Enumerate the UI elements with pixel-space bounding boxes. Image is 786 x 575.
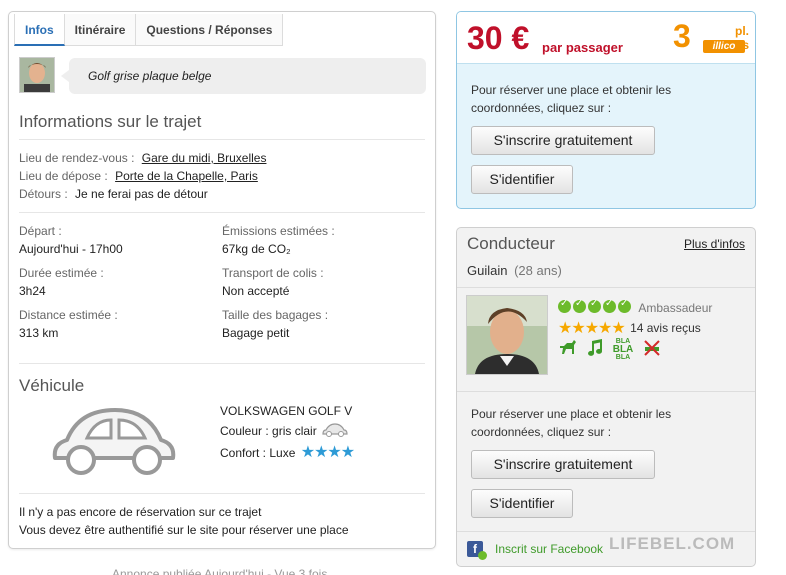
illico-badge: illico <box>703 40 745 53</box>
driver-name-row: Guilain (28 ans) <box>467 263 562 278</box>
level-check-icon <box>603 298 616 313</box>
emissions-value: 67kg de CO₂ <box>222 242 291 256</box>
price-box: 30 € par passager 3 pl. libres illico Po… <box>456 11 756 209</box>
reservation-note-line1: Il n'y a pas encore de réservation sur c… <box>19 505 262 519</box>
dropoff-link[interactable]: Porte de la Chapelle, Paris <box>115 169 258 183</box>
trip-details-panel: Infos Itinéraire Questions / Réponses Go… <box>8 11 436 549</box>
music-icon <box>586 338 604 362</box>
parcels-value: Non accepté <box>222 284 290 298</box>
luggage-value: Bagage petit <box>222 326 290 340</box>
driver-name: Guilain <box>467 263 508 278</box>
trip-info-title: Informations sur le trajet <box>19 112 202 131</box>
rating-row: ★★★★★ 14 avis reçus <box>558 318 701 338</box>
dropoff-label: Lieu de dépose : <box>19 169 108 183</box>
divider <box>19 212 425 213</box>
detour-row: Détours : Je ne ferai pas de détour <box>19 187 208 201</box>
register-button[interactable]: S'inscrire gratuitement <box>471 126 655 155</box>
ambassador-row: Ambassadeur <box>558 298 713 316</box>
no-smoking-icon <box>642 338 662 362</box>
meeting-point-label: Lieu de rendez-vous : <box>19 151 135 165</box>
level-check-icon <box>573 298 586 313</box>
price-amount: 30 € <box>467 20 530 56</box>
emissions-label: Émissions estimées : <box>222 224 335 238</box>
rating-star-icon: ★ <box>558 320 572 337</box>
vehicle-comfort-row: Confort : Luxe ★★★★ <box>220 442 355 462</box>
tab-questions-reponses[interactable]: Questions / Réponses <box>136 14 284 46</box>
vehicle-color-row: Couleur : gris clair <box>220 423 348 440</box>
comfort-star-icon: ★ <box>314 444 328 461</box>
driver-heading: Conducteur <box>467 234 555 253</box>
price-header: 30 € par passager 3 pl. libres illico <box>457 12 755 64</box>
duration-value: 3h24 <box>19 284 46 298</box>
tab-bar: Infos Itinéraire Questions / Réponses <box>14 14 284 46</box>
driver-level: Ambassadeur <box>638 301 713 315</box>
reservation-note-line2: Vous devez être authentifié sur le site … <box>19 523 349 537</box>
driver-box-info-text: Pour réserver une place et obtenir les c… <box>471 407 672 439</box>
small-car-icon <box>322 423 348 440</box>
rating-star-icon: ★ <box>571 320 585 337</box>
price-per-passenger: par passager <box>542 40 623 55</box>
seats-available-count: 3 <box>673 18 691 54</box>
driver-comment-bubble: Golf grise plaque belge <box>61 58 426 94</box>
vehicle-title: Véhicule <box>19 376 85 395</box>
car-icon <box>49 400 179 483</box>
dog-icon <box>558 338 578 362</box>
login-button[interactable]: S'identifier <box>471 165 573 194</box>
facebook-icon: f <box>467 541 487 560</box>
level-dots <box>558 298 633 316</box>
chat-bla-icon: BLA BLA BLA <box>612 338 634 361</box>
ad-published-footer: Annonce publiée Aujourd'hui - Vue 3 fois <box>112 567 328 575</box>
rating-star-icon: ★ <box>611 320 625 337</box>
facebook-row: f Inscrit sur Facebook <box>467 541 604 560</box>
watermark: LIFEBEL.COM <box>609 534 736 553</box>
driver-login-button[interactable]: S'identifier <box>471 489 573 518</box>
rating-stars: ★★★★★ <box>558 320 626 337</box>
tab-infos[interactable]: Infos <box>14 14 65 46</box>
level-check-icon <box>558 298 571 313</box>
distance-value: 313 km <box>19 326 59 340</box>
divider <box>457 531 755 532</box>
detour-value: Je ne ferai pas de détour <box>75 187 208 201</box>
meeting-point-row: Lieu de rendez-vous : Gare du midi, Brux… <box>19 151 266 165</box>
driver-age: (28 ans) <box>514 263 562 278</box>
preferences-row: BLA BLA BLA <box>558 338 662 362</box>
divider <box>19 493 425 494</box>
vehicle-model: VOLKSWAGEN GOLF V <box>220 404 353 418</box>
level-check-icon <box>618 298 631 313</box>
tab-itineraire[interactable]: Itinéraire <box>64 14 137 46</box>
departure-label: Départ : <box>19 224 62 238</box>
driver-photo <box>466 295 548 375</box>
comfort-star-icon: ★ <box>340 444 355 461</box>
divider <box>19 139 425 140</box>
level-check-icon <box>588 298 601 313</box>
comfort-star-icon: ★ <box>300 444 315 461</box>
meeting-point-link[interactable]: Gare du midi, Bruxelles <box>142 151 267 165</box>
luggage-label: Taille des bagages : <box>222 308 329 322</box>
divider <box>457 391 755 392</box>
dropoff-row: Lieu de dépose : Porte de la Chapelle, P… <box>19 169 258 183</box>
rating-star-icon: ★ <box>584 320 599 337</box>
duration-label: Durée estimée : <box>19 266 104 280</box>
driver-register-button[interactable]: S'inscrire gratuitement <box>471 450 655 479</box>
driver-box: Conducteur Plus d'infos Guilain (28 ans)… <box>456 227 756 567</box>
reviews-count: 14 avis reçus <box>630 321 701 335</box>
driver-thumbnail-avatar <box>19 57 55 93</box>
divider <box>19 363 425 364</box>
parcels-label: Transport de colis : <box>222 266 324 280</box>
facebook-label: Inscrit sur Facebook <box>495 542 604 556</box>
price-box-info-text: Pour réserver une place et obtenir les c… <box>471 83 672 115</box>
more-info-link[interactable]: Plus d'infos <box>684 237 745 251</box>
departure-value: Aujourd'hui - 17h00 <box>19 242 123 256</box>
rating-star-icon: ★ <box>598 320 612 337</box>
vehicle-comfort: Confort : Luxe <box>220 446 296 460</box>
divider <box>457 287 755 288</box>
detour-label: Détours : <box>19 187 68 201</box>
comfort-stars: ★★★★ <box>300 444 355 461</box>
distance-label: Distance estimée : <box>19 308 118 322</box>
comfort-star-icon: ★ <box>327 444 341 461</box>
vehicle-color: Couleur : gris clair <box>220 424 317 438</box>
